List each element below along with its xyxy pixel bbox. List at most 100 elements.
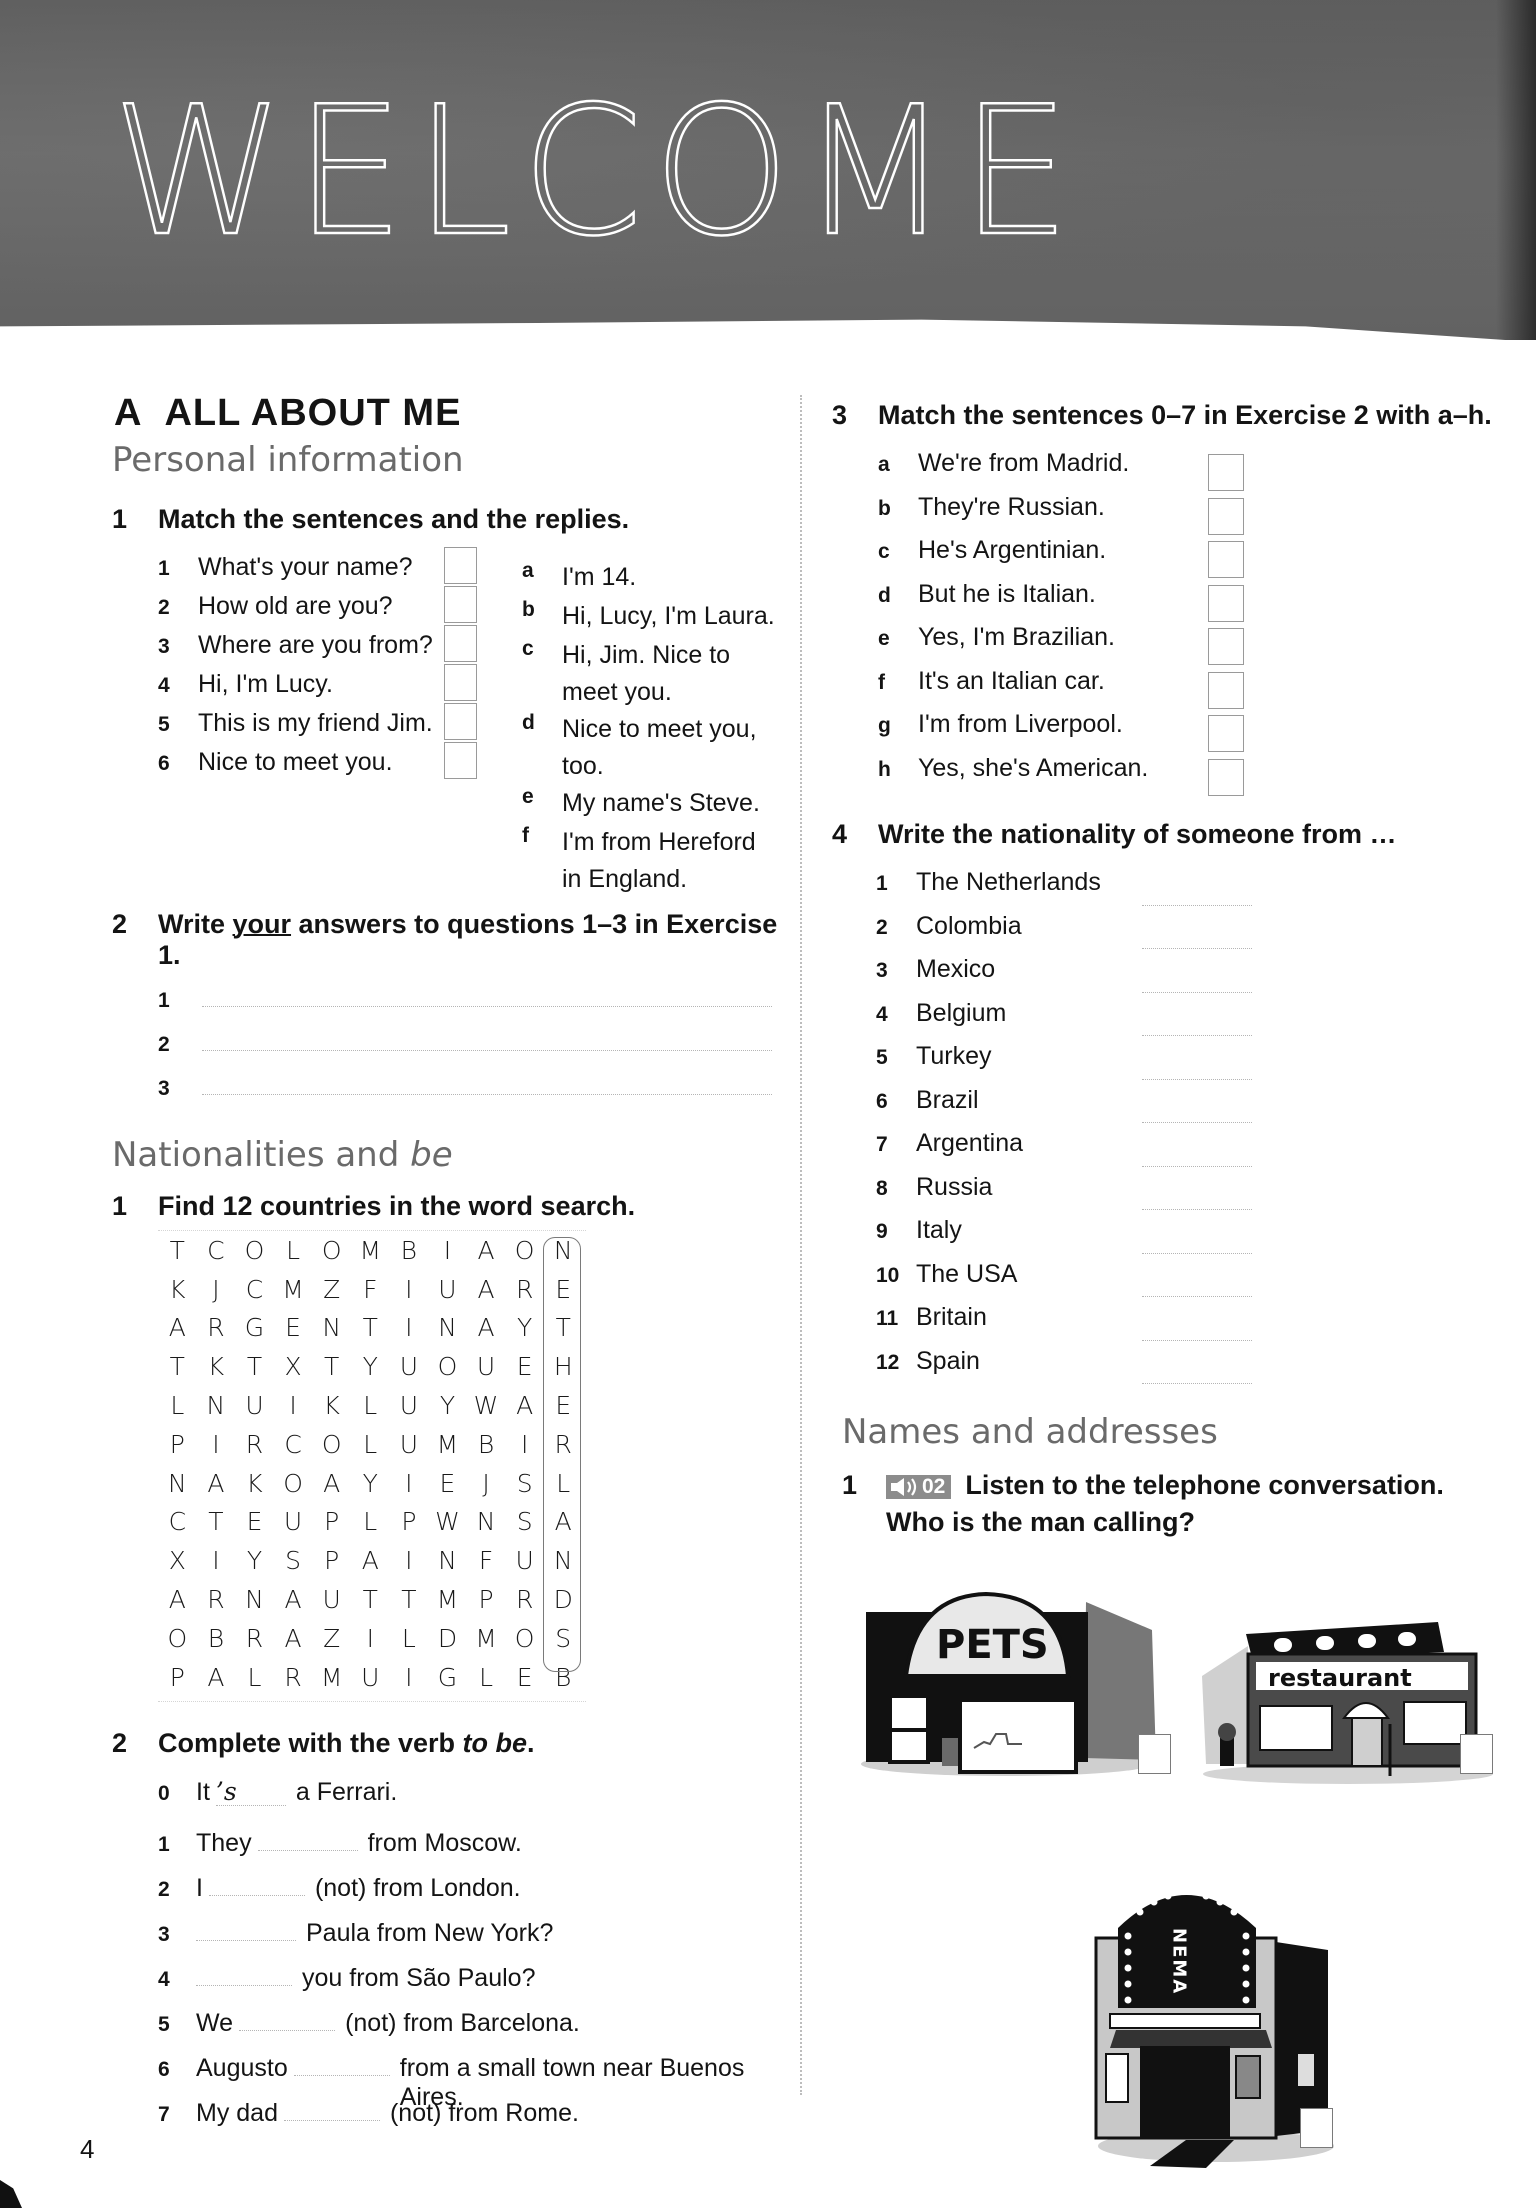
word-search-letter[interactable]: U — [390, 1430, 429, 1459]
nationality-input[interactable] — [1142, 1121, 1252, 1123]
word-search-letter[interactable]: A — [197, 1663, 236, 1692]
word-search-letter[interactable]: J — [467, 1469, 506, 1498]
answer-box[interactable] — [1208, 671, 1244, 709]
word-search-letter[interactable]: U — [390, 1391, 429, 1420]
word-search-letter[interactable]: U — [312, 1585, 351, 1614]
word-search-letter[interactable]: O — [428, 1352, 467, 1381]
answer-blank[interactable] — [196, 1912, 296, 1941]
word-search-letter[interactable]: Y — [505, 1313, 544, 1342]
answer-box[interactable] — [1208, 628, 1244, 666]
word-search-letter[interactable]: N — [312, 1313, 351, 1342]
answer-blank[interactable] — [196, 1957, 292, 1986]
word-search-letter[interactable]: M — [274, 1275, 313, 1304]
word-search-letter[interactable]: R — [197, 1585, 236, 1614]
word-search-letter[interactable]: I — [197, 1430, 236, 1459]
word-search-letter[interactable]: W — [467, 1391, 506, 1420]
word-search-letter[interactable]: I — [390, 1663, 429, 1692]
word-search-letter[interactable]: B — [390, 1236, 429, 1265]
answer-box[interactable] — [444, 703, 477, 740]
answer-blank[interactable] — [239, 2002, 336, 2031]
word-search-letter[interactable]: O — [505, 1236, 544, 1265]
word-search-letter[interactable]: K — [197, 1352, 236, 1381]
word-search-letter[interactable]: U — [351, 1663, 390, 1692]
word-search-letter[interactable]: A — [312, 1469, 351, 1498]
word-search-letter[interactable]: K — [312, 1391, 351, 1420]
word-search-letter[interactable]: U — [235, 1391, 274, 1420]
word-search-letter[interactable]: O — [235, 1236, 274, 1265]
word-search-letter[interactable]: P — [467, 1585, 506, 1614]
word-search-letter[interactable]: F — [467, 1546, 506, 1575]
answer-box[interactable] — [444, 586, 477, 623]
answer-box[interactable] — [1208, 454, 1244, 492]
answer-box[interactable] — [1208, 497, 1244, 535]
nationality-input[interactable] — [1142, 1165, 1252, 1167]
word-search-letter[interactable]: Y — [351, 1469, 390, 1498]
word-search-letter[interactable]: I — [351, 1624, 390, 1653]
word-search-letter[interactable]: E — [505, 1352, 544, 1381]
word-search-letter[interactable]: C — [235, 1275, 274, 1304]
word-search-letter[interactable]: R — [235, 1430, 274, 1459]
word-search-letter[interactable]: F — [351, 1275, 390, 1304]
word-search-letter[interactable]: A — [158, 1313, 197, 1342]
nationality-input[interactable] — [1142, 1034, 1252, 1036]
word-search-letter[interactable]: N — [197, 1391, 236, 1420]
word-search-letter[interactable]: O — [158, 1624, 197, 1653]
word-search-letter[interactable]: I — [390, 1275, 429, 1304]
word-search-letter[interactable]: A — [351, 1546, 390, 1575]
answer-input[interactable] — [202, 1005, 772, 1007]
word-search-letter[interactable]: O — [274, 1469, 313, 1498]
word-search-letter[interactable]: S — [505, 1469, 544, 1498]
word-search-letter[interactable]: A — [274, 1585, 313, 1614]
word-search-letter[interactable]: R — [505, 1275, 544, 1304]
word-search-letter[interactable]: I — [505, 1430, 544, 1459]
word-search-letter[interactable]: T — [158, 1352, 197, 1381]
word-search-letter[interactable]: N — [428, 1313, 467, 1342]
word-search-letter[interactable]: X — [274, 1352, 313, 1381]
picture-answer-box[interactable] — [1460, 1734, 1493, 1774]
picture-answer-box[interactable] — [1300, 2108, 1333, 2148]
answer-blank[interactable] — [293, 2047, 390, 2076]
word-search-letter[interactable]: P — [312, 1507, 351, 1536]
nationality-input[interactable] — [1142, 1252, 1252, 1254]
word-search-letter[interactable]: E — [235, 1507, 274, 1536]
answer-box[interactable] — [444, 742, 477, 779]
answer-box[interactable] — [1208, 584, 1244, 622]
word-search-letter[interactable]: L — [274, 1236, 313, 1265]
answer-blank[interactable] — [208, 1867, 305, 1896]
word-search-letter[interactable]: J — [197, 1275, 236, 1304]
word-search-letter[interactable]: K — [158, 1275, 197, 1304]
answer-box[interactable] — [444, 664, 477, 701]
nationality-input[interactable] — [1142, 1208, 1252, 1210]
word-search-letter[interactable]: R — [235, 1624, 274, 1653]
word-search-letter[interactable]: A — [467, 1236, 506, 1265]
word-search-letter[interactable]: I — [197, 1546, 236, 1575]
word-search-letter[interactable]: N — [467, 1507, 506, 1536]
word-search-letter[interactable]: U — [390, 1352, 429, 1381]
nationality-input[interactable] — [1142, 991, 1252, 993]
word-search-letter[interactable]: Y — [235, 1546, 274, 1575]
nationality-input[interactable] — [1142, 904, 1252, 906]
nationality-input[interactable] — [1142, 947, 1252, 949]
word-search-letter[interactable]: T — [158, 1236, 197, 1265]
answer-blank[interactable]: ’s — [215, 1777, 286, 1806]
word-search-letter[interactable]: O — [505, 1624, 544, 1653]
word-search-letter[interactable]: P — [390, 1507, 429, 1536]
word-search-letter[interactable]: W — [428, 1507, 467, 1536]
word-search-letter[interactable]: R — [197, 1313, 236, 1342]
word-search-letter[interactable]: K — [235, 1469, 274, 1498]
word-search-letter[interactable]: Y — [351, 1352, 390, 1381]
word-search-letter[interactable]: L — [235, 1663, 274, 1692]
word-search-letter[interactable]: A — [505, 1391, 544, 1420]
word-search-letter[interactable]: O — [312, 1236, 351, 1265]
word-search-letter[interactable]: E — [505, 1663, 544, 1692]
nationality-input[interactable] — [1142, 1339, 1252, 1341]
word-search-letter[interactable]: D — [428, 1624, 467, 1653]
answer-box[interactable] — [1208, 758, 1244, 796]
word-search-letter[interactable]: A — [158, 1585, 197, 1614]
word-search-letter[interactable]: M — [351, 1236, 390, 1265]
picture-answer-box[interactable] — [1138, 1734, 1171, 1774]
word-search-letter[interactable]: G — [235, 1313, 274, 1342]
word-search-letter[interactable]: I — [390, 1546, 429, 1575]
word-search-letter[interactable]: P — [158, 1663, 197, 1692]
word-search-letter[interactable]: T — [312, 1352, 351, 1381]
